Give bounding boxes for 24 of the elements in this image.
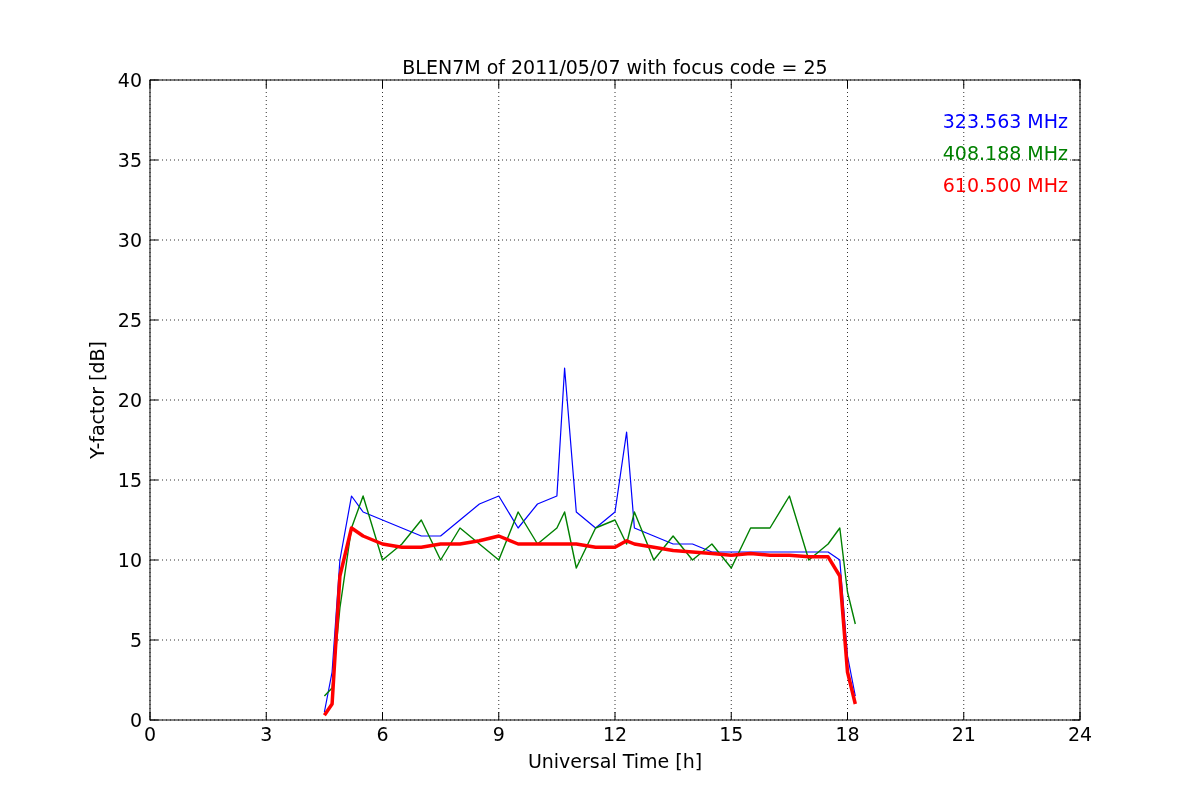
tick-label: 18 (835, 723, 860, 745)
y-axis-label: Y-factor [dB] (86, 341, 108, 459)
tick-label: 21 (951, 723, 976, 745)
tick-label: 30 (117, 229, 142, 251)
tick-label: 15 (719, 723, 744, 745)
tick-label: 12 (602, 723, 628, 745)
tick-label: 10 (117, 549, 142, 571)
legend-label: 408.188 MHz (942, 142, 1068, 164)
chart-title: BLEN7M of 2011/05/07 with focus code = 25 (402, 56, 828, 78)
tick-label: 24 (1067, 723, 1093, 745)
x-axis-label: Universal Time [h] (527, 750, 703, 772)
legend-label: 323.563 MHz (942, 110, 1068, 132)
tick-label: 25 (117, 309, 142, 331)
tick-label: 35 (117, 149, 142, 171)
tick-label: 20 (117, 389, 142, 411)
tick-label: 40 (117, 69, 142, 91)
tick-label: 3 (260, 723, 273, 745)
tick-label: 15 (117, 469, 142, 491)
tick-label: 0 (143, 723, 157, 745)
tick-label: 9 (492, 723, 505, 745)
tick-label: 5 (129, 629, 142, 651)
legend-label: 610.500 MHz (942, 174, 1068, 196)
tick-label: 6 (376, 723, 389, 745)
tick-label: 0 (129, 709, 142, 731)
